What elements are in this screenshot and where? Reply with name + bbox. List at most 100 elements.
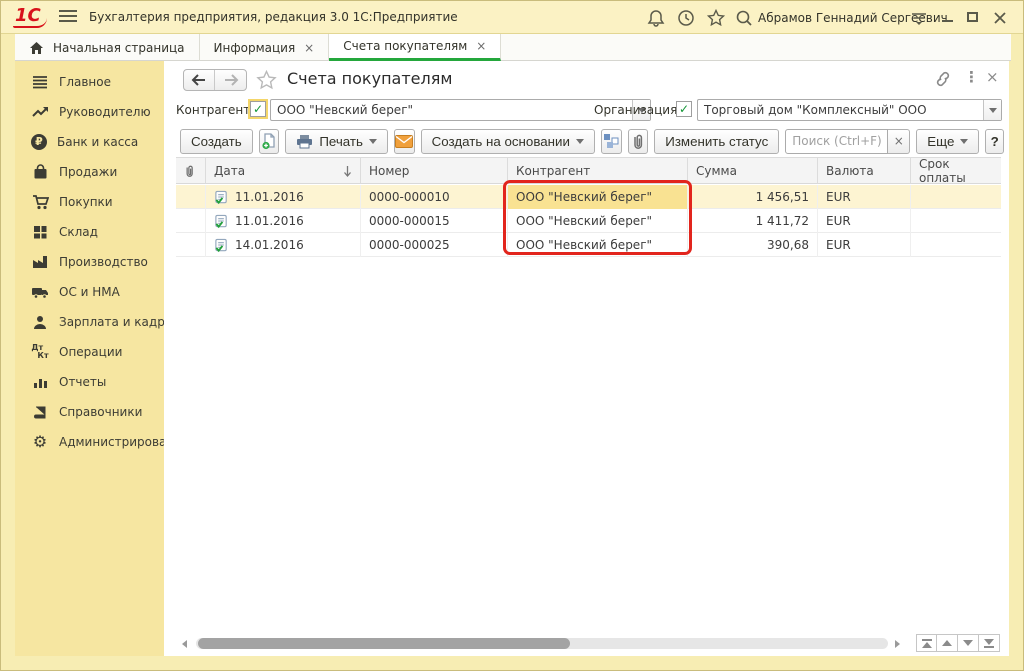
counterparty-value[interactable]: ООО "Невский берег"	[271, 100, 632, 120]
sidebar-item-bank-cash[interactable]: ₽ Банк и касса	[15, 129, 164, 155]
tab-label: Начальная страница	[53, 41, 185, 55]
next-page-button[interactable]	[958, 634, 979, 652]
more-button[interactable]: Еще	[916, 129, 979, 154]
clear-search-icon[interactable]: ×	[888, 129, 910, 154]
tab-label: Информация	[214, 41, 296, 55]
get-link-icon[interactable]	[934, 71, 952, 87]
sidebar-item-administration[interactable]: ⚙ Администрирование	[15, 429, 164, 455]
history-icon[interactable]	[676, 8, 696, 28]
document-structure-button[interactable]	[601, 129, 622, 154]
add-to-favorites-star-icon[interactable]	[256, 70, 277, 90]
print-button[interactable]: Печать	[285, 129, 388, 154]
column-header-attachments[interactable]	[176, 158, 206, 184]
scroll-right-icon[interactable]	[895, 640, 900, 648]
amount-cell[interactable]: 1 456,51	[688, 185, 818, 209]
sidebar-item-directories[interactable]: Справочники	[15, 399, 164, 425]
tab-customer-invoices[interactable]: Счета покупателям ×	[329, 34, 501, 61]
go-to-first-button[interactable]	[916, 634, 937, 652]
column-header-due-date[interactable]: Срок оплаты	[911, 158, 1001, 184]
sidebar-item-salary-hr[interactable]: Зарплата и кадры	[15, 309, 164, 335]
change-status-button[interactable]: Изменить статус	[654, 129, 779, 154]
send-email-button[interactable]	[394, 129, 415, 154]
service-menu-icon[interactable]	[909, 8, 929, 28]
column-header-currency[interactable]: Валюта	[818, 158, 911, 184]
page-title: Счета покупателям	[287, 69, 452, 88]
create-button[interactable]: Создать	[180, 129, 253, 154]
tab-label: Счета покупателям	[343, 39, 467, 53]
1c-logo: 1С	[13, 6, 47, 28]
counterparty-filter-checkbox[interactable]: ✓	[250, 101, 266, 117]
sidebar-item-warehouse[interactable]: Склад	[15, 219, 164, 245]
global-search-icon[interactable]	[734, 8, 754, 28]
person-icon	[31, 313, 49, 331]
help-button[interactable]: ?	[985, 129, 1004, 154]
factory-icon	[31, 253, 49, 271]
tab-information[interactable]: Информация ×	[200, 34, 330, 61]
tab-close-icon[interactable]: ×	[476, 39, 486, 53]
previous-page-button[interactable]	[937, 634, 958, 652]
column-header-amount[interactable]: Сумма	[688, 158, 818, 184]
sidebar-item-production[interactable]: Производство	[15, 249, 164, 275]
trend-icon	[31, 103, 49, 121]
sidebar-item-reports[interactable]: Отчеты	[15, 369, 164, 395]
notifications-bell-icon[interactable]	[646, 8, 666, 28]
attachment-cell	[176, 209, 206, 233]
horizontal-scrollbar-thumb[interactable]	[198, 638, 570, 649]
tab-close-icon[interactable]: ×	[304, 41, 314, 55]
sidebar-item-purchases[interactable]: Покупки	[15, 189, 164, 215]
envelope-icon	[395, 135, 413, 148]
forward-button[interactable]	[215, 70, 246, 90]
organization-filter-checkbox[interactable]: ✓	[676, 101, 692, 117]
number-cell[interactable]: 0000-000025	[361, 233, 508, 257]
ruble-coin-icon: ₽	[31, 134, 47, 150]
copy-document-button[interactable]	[259, 129, 280, 154]
scroll-left-icon[interactable]	[182, 640, 187, 648]
paperclip-icon	[184, 164, 195, 178]
sidebar-item-fixed-assets[interactable]: ОС и НМА	[15, 279, 164, 305]
currency-cell[interactable]: EUR	[818, 209, 911, 233]
tab-home-page[interactable]: Начальная страница	[15, 34, 200, 61]
create-based-on-button[interactable]: Создать на основании	[421, 129, 595, 154]
sidebar-item-sales[interactable]: Продажи	[15, 159, 164, 185]
organization-filter-combo[interactable]: Торговый дом "Комплексный" ООО	[697, 99, 1002, 121]
main-menu-icon[interactable]	[59, 10, 77, 24]
attachment-cell	[176, 233, 206, 257]
horizontal-scrollbar-track[interactable]	[196, 638, 888, 649]
column-header-date[interactable]: Дата	[206, 158, 361, 184]
due-date-cell[interactable]	[911, 185, 1001, 209]
close-window-button[interactable]	[991, 9, 1009, 25]
favorites-star-icon[interactable]	[706, 8, 726, 28]
close-form-icon[interactable]: ×	[986, 68, 999, 86]
counterparty-filter-label: Контрагент:	[176, 103, 254, 117]
currency-cell[interactable]: EUR	[818, 233, 911, 257]
sidebar-item-manager[interactable]: Руководителю	[15, 99, 164, 125]
sections-panel: Главное Руководителю ₽ Банк и касса Прод…	[15, 61, 164, 656]
number-cell[interactable]: 0000-000015	[361, 209, 508, 233]
amount-cell[interactable]: 1 411,72	[688, 209, 818, 233]
bag-icon	[31, 163, 49, 181]
maximize-button[interactable]	[964, 9, 982, 25]
search-input[interactable]	[785, 129, 888, 154]
sort-descending-icon	[343, 165, 352, 177]
more-actions-icon[interactable]: ⋮	[964, 68, 979, 86]
sidebar-item-main[interactable]: Главное	[15, 69, 164, 95]
posted-document-icon	[214, 190, 229, 205]
minimize-button[interactable]	[939, 9, 957, 25]
attachments-button[interactable]	[628, 129, 649, 154]
organization-dropdown-icon[interactable]	[983, 100, 1001, 120]
go-to-last-button[interactable]	[979, 634, 1000, 652]
back-button[interactable]	[184, 70, 215, 90]
amount-cell[interactable]: 390,68	[688, 233, 818, 257]
sidebar-item-operations[interactable]: ДтКт Операции	[15, 339, 164, 365]
currency-cell[interactable]: EUR	[818, 185, 911, 209]
date-cell: 11.01.2016	[235, 190, 304, 204]
gear-icon: ⚙	[31, 433, 49, 451]
due-date-cell[interactable]	[911, 209, 1001, 233]
due-date-cell[interactable]	[911, 233, 1001, 257]
organization-value[interactable]: Торговый дом "Комплексный" ООО	[698, 100, 983, 120]
organization-filter-label: Организация:	[594, 103, 681, 117]
number-cell[interactable]: 0000-000010	[361, 185, 508, 209]
column-header-number[interactable]: Номер	[361, 158, 508, 184]
menu-lines-icon	[31, 73, 49, 91]
posted-document-icon	[214, 238, 229, 253]
